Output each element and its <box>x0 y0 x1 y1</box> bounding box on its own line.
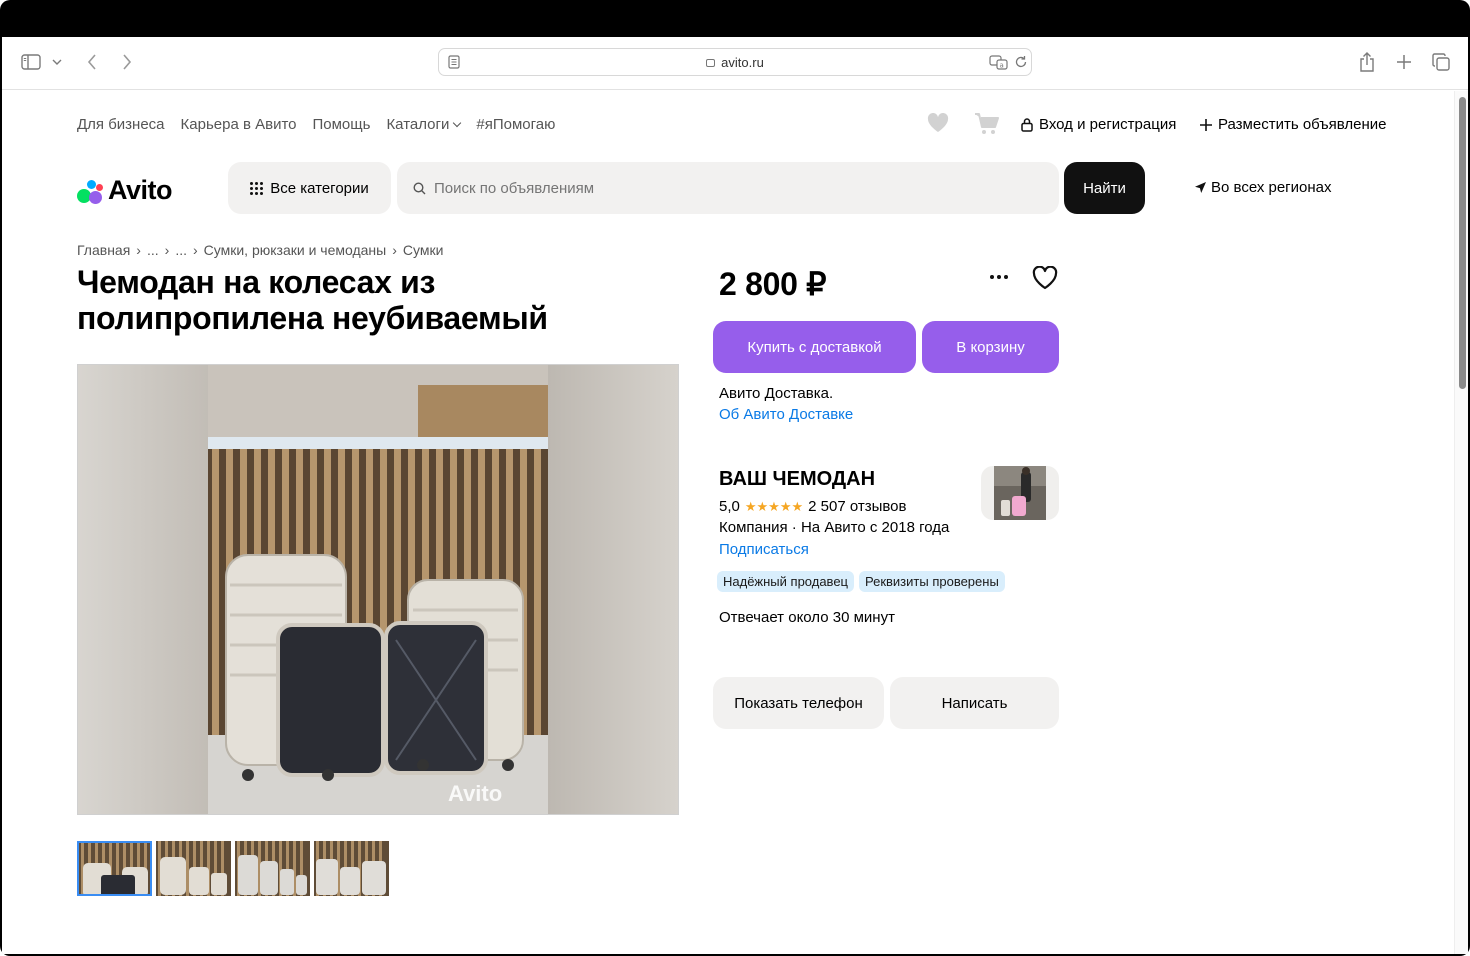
photo-main-image: Avito <box>208 365 548 814</box>
lock-icon <box>706 59 716 67</box>
cart-icon[interactable] <box>974 112 1000 136</box>
breadcrumb-separator: › <box>164 242 170 258</box>
add-to-favorites-icon[interactable] <box>1032 266 1058 290</box>
logo-text: Avito <box>108 175 173 205</box>
url-label: avito.ru <box>721 55 764 70</box>
photo-blur-right <box>548 365 678 814</box>
web-page: Для бизнеса Карьера в Авито Помощь Катал… <box>2 91 1454 954</box>
link-help[interactable]: Помощь <box>313 116 371 133</box>
scrollbar-thumb[interactable] <box>1459 97 1466 389</box>
more-options-icon[interactable] <box>990 275 1008 279</box>
seller-avatar[interactable] <box>981 466 1059 520</box>
browser-window: avito.ru a Для бизнеса Карьера в Авито П… <box>2 37 1468 954</box>
add-to-cart-button[interactable]: В корзину <box>922 321 1059 373</box>
rating-value: 5,0 <box>719 498 740 515</box>
url-text: avito.ru <box>439 55 1031 70</box>
thumbnail[interactable] <box>314 841 389 896</box>
avito-logo[interactable]: Avito <box>77 175 173 206</box>
login-link[interactable]: Вход и регистрация <box>1020 116 1176 133</box>
all-categories-button[interactable]: Все категории <box>228 162 391 214</box>
link-business[interactable]: Для бизнеса <box>77 116 165 133</box>
top-nav: Для бизнеса Карьера в Авито Помощь Катал… <box>77 116 555 133</box>
region-label: Во всех регионах <box>1211 179 1332 196</box>
breadcrumb-separator: › <box>192 242 198 258</box>
find-button[interactable]: Найти <box>1064 162 1145 214</box>
write-message-button[interactable]: Написать <box>890 677 1059 729</box>
location-arrow-icon <box>1195 182 1206 193</box>
search-input[interactable] <box>434 179 1034 197</box>
lock-icon <box>1021 118 1033 132</box>
new-tab-icon[interactable] <box>1394 51 1414 73</box>
show-phone-button[interactable]: Показать телефон <box>713 677 884 729</box>
seller-rating: 5,0 ★★★★★ 2 507 отзывов <box>719 498 907 515</box>
place-ad-link[interactable]: Разместить объявление <box>1199 116 1386 133</box>
breadcrumb-current[interactable]: Сумки <box>403 242 444 258</box>
thumbnail[interactable] <box>235 841 310 896</box>
link-ya-pomogayu[interactable]: #яПомогаю <box>476 116 555 133</box>
link-catalogs[interactable]: Каталоги <box>386 116 462 133</box>
avito-watermark: Avito <box>448 781 503 806</box>
breadcrumb: Главная › ... › ... › Сумки, рюкзаки и чемо… <box>77 242 443 258</box>
page-scrollbar[interactable] <box>1454 91 1468 954</box>
buy-with-delivery-button[interactable]: Купить с доставкой <box>713 321 916 373</box>
favorites-icon[interactable] <box>927 113 949 133</box>
thumbnail[interactable] <box>77 841 152 896</box>
response-time: Отвечает около 30 минут <box>719 609 895 626</box>
search-icon <box>413 181 426 194</box>
svg-text:a: a <box>1000 62 1004 70</box>
login-label: Вход и регистрация <box>1039 116 1177 133</box>
search-box[interactable] <box>397 162 1059 214</box>
rating-stars-icon: ★★★★★ <box>744 498 804 514</box>
breadcrumb-home[interactable]: Главная <box>77 242 130 258</box>
region-selector[interactable]: Во всех регионах <box>1194 179 1332 196</box>
chevron-down-icon <box>453 118 462 128</box>
reload-icon[interactable] <box>1014 55 1028 74</box>
verified-details-badge[interactable]: Реквизиты проверены <box>859 571 1005 592</box>
price: 2 800 ₽ <box>719 266 827 302</box>
tab-overview-icon[interactable] <box>1431 51 1451 73</box>
listing-title: Чемодан на колесах из полипропилена неуб… <box>77 264 548 336</box>
grid-icon <box>250 181 264 195</box>
forward-icon[interactable] <box>117 51 137 73</box>
photo-blur-left <box>78 365 208 814</box>
seller-badges: Надёжный продавец Реквизиты проверены <box>717 571 1005 592</box>
share-icon[interactable] <box>1357 51 1377 73</box>
link-career[interactable]: Карьера в Авито <box>181 116 297 133</box>
thumbnail[interactable] <box>156 841 231 896</box>
delivery-text: Авито Доставка. <box>719 385 834 402</box>
chevron-down-icon[interactable] <box>50 51 64 73</box>
sidebar-toggle-icon[interactable] <box>20 51 42 73</box>
seller-name[interactable]: ВАШ ЧЕМОДАН <box>719 468 875 491</box>
reviews-link[interactable]: 2 507 отзывов <box>808 498 906 515</box>
about-delivery-link[interactable]: Об Авито Доставке <box>719 406 853 423</box>
reliable-seller-badge[interactable]: Надёжный продавец <box>717 571 854 592</box>
breadcrumb-item[interactable]: ... <box>147 242 159 258</box>
translate-icon[interactable]: a <box>989 54 1009 75</box>
back-icon[interactable] <box>82 51 102 73</box>
place-ad-label: Разместить объявление <box>1218 116 1387 133</box>
browser-toolbar: avito.ru a <box>2 37 1468 90</box>
screen: avito.ru a Для бизнеса Карьера в Авито П… <box>0 0 1470 956</box>
photo-thumbnails <box>77 841 389 896</box>
plus-icon <box>1200 118 1212 131</box>
breadcrumb-item[interactable]: ... <box>175 242 187 258</box>
breadcrumb-separator: › <box>136 242 141 258</box>
address-bar[interactable]: avito.ru a <box>438 48 1032 76</box>
company-info: Компания · На Авито с 2018 года <box>719 519 950 536</box>
link-catalogs-label: Каталоги <box>386 116 450 133</box>
logo-dots-icon <box>77 178 105 204</box>
subscribe-link[interactable]: Подписаться <box>719 541 809 558</box>
listing-photo[interactable]: Avito <box>77 364 679 815</box>
breadcrumb-item[interactable]: Сумки, рюкзаки и чемоданы <box>204 242 387 258</box>
all-categories-label: Все категории <box>270 179 369 197</box>
breadcrumb-separator: › <box>392 242 397 258</box>
